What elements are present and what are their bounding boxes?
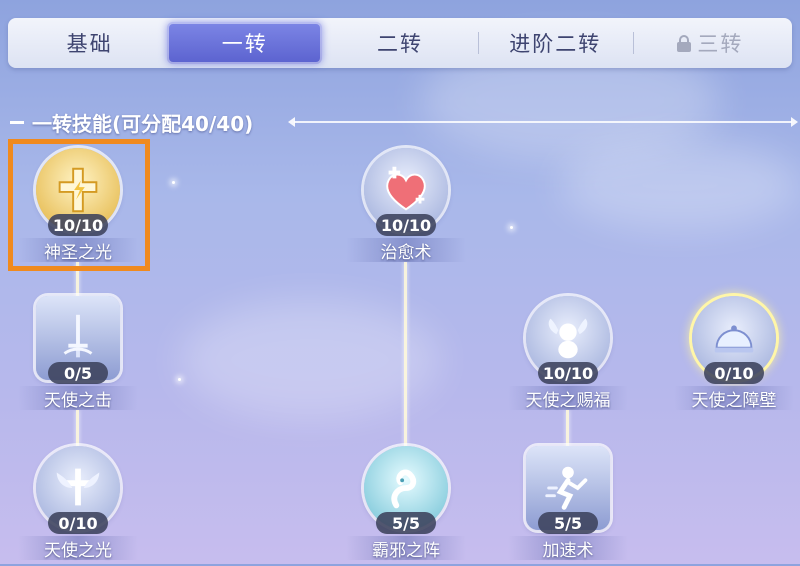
tab-first-job[interactable]: 一转 [167,22,323,64]
lock-icon [677,34,692,52]
tab-basic[interactable]: 基础 [12,22,167,64]
skill-name: 天使之赐福 [508,386,628,411]
background-cloud [180,300,440,420]
tab-label: 进阶二转 [509,32,602,56]
skill-level: 0/10 [704,362,764,384]
skill-level: 10/10 [376,214,436,236]
tab-bar: 基础 一转 二转 进阶二转 三转 [8,18,792,68]
skill-level: 5/5 [376,512,436,534]
skill-level: 0/10 [48,512,108,534]
sparkle [178,378,181,381]
skill-name: 治愈术 [346,238,466,263]
skill-holy-light[interactable]: 10/10 神圣之光 [18,148,138,268]
skill-evil-suppression-array[interactable]: 5/5 霸邪之阵 [346,446,466,566]
skill-heal[interactable]: 10/10 治愈术 [346,148,466,268]
tab-advanced-second-job[interactable]: 进阶二转 [477,22,633,64]
skill-angel-barrier[interactable]: 0/10 天使之障壁 [674,296,794,416]
skill-angel-light[interactable]: 0/10 天使之光 [18,446,138,566]
tab-label: 一转 [221,32,268,56]
tab-second-job[interactable]: 二转 [322,22,477,64]
sparkle [172,181,175,184]
tab-label: 基础 [66,32,113,56]
header-dash [10,121,24,124]
section-header: 一转技能(可分配40/40) [10,108,253,137]
skill-level: 10/10 [538,362,598,384]
section-title: 一转技能(可分配40/40) [32,112,254,136]
skill-name: 加速术 [508,536,628,561]
skill-name: 天使之障壁 [674,386,794,411]
skill-angel-strike[interactable]: 0/5 天使之击 [18,296,138,416]
skill-level: 0/5 [48,362,108,384]
skill-name: 霸邪之阵 [346,536,466,561]
sparkle [510,226,513,229]
double-arrow-divider [288,117,798,127]
skill-connector [404,262,407,454]
tab-label: 三转 [697,32,744,56]
background-cloud [560,140,800,230]
skill-haste[interactable]: 5/5 加速术 [508,446,628,566]
skill-name: 天使之光 [18,536,138,561]
skill-level: 5/5 [538,512,598,534]
skill-level: 10/10 [48,214,108,236]
skill-angel-blessing[interactable]: 10/10 天使之赐福 [508,296,628,416]
skill-name: 神圣之光 [18,238,138,263]
tab-third-job[interactable]: 三转 [632,22,788,64]
tab-label: 二转 [377,32,423,56]
skill-name: 天使之击 [18,386,138,411]
